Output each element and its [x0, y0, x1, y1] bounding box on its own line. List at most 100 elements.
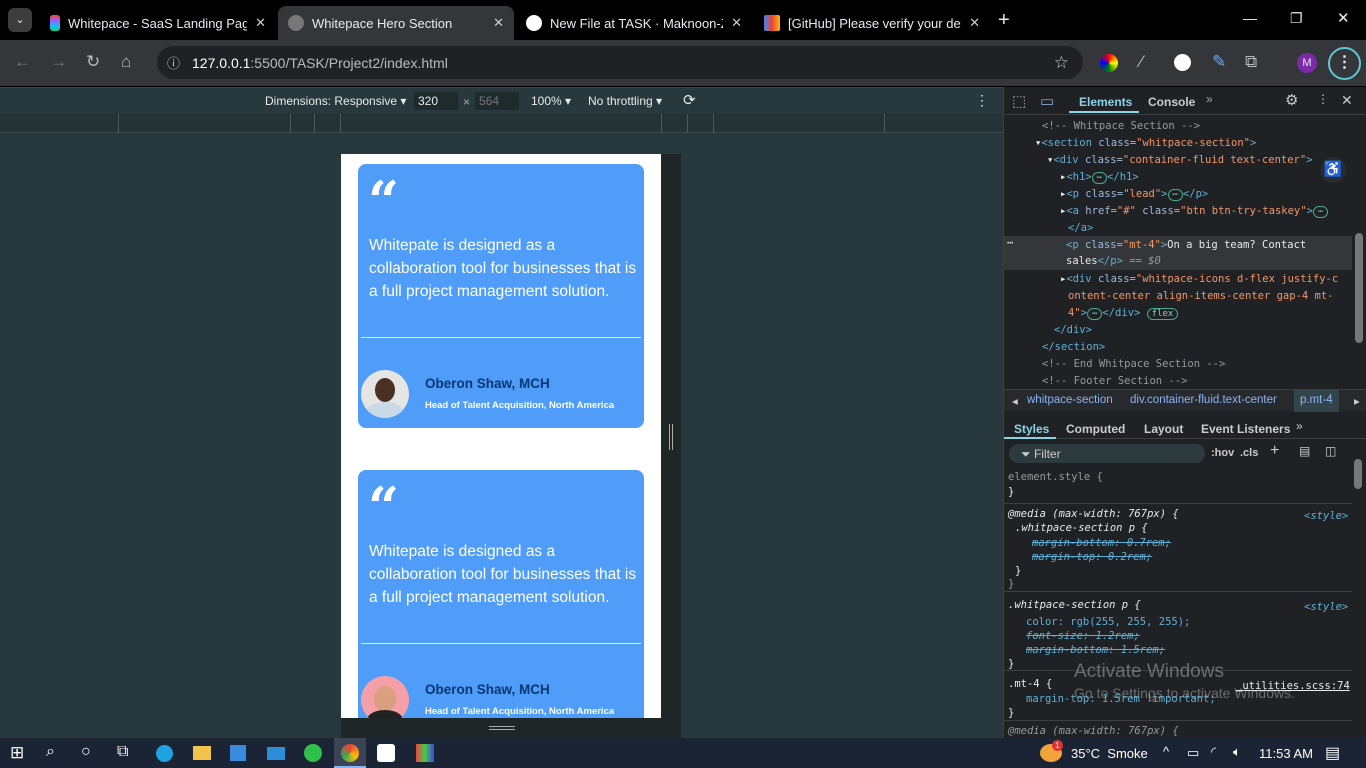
- profile-avatar[interactable]: M: [1297, 53, 1317, 73]
- home-button[interactable]: ⌂: [121, 52, 131, 72]
- resize-handle-bottom[interactable]: [341, 718, 681, 738]
- windows-start-icon[interactable]: ⊞: [10, 743, 24, 763]
- color-picker-icon[interactable]: ✎: [1212, 52, 1226, 72]
- styles-filter-input[interactable]: ⏷ Filter: [1009, 444, 1205, 463]
- tab-2[interactable]: New File at TASK · Maknoon-Zia ✕: [516, 6, 752, 40]
- more-tabs-icon[interactable]: »: [1206, 92, 1213, 106]
- search-icon[interactable]: ⌕: [46, 743, 55, 761]
- edge-icon[interactable]: [156, 745, 173, 762]
- dimensions-select[interactable]: Dimensions: Responsive ▾: [265, 94, 406, 108]
- close-icon[interactable]: ✕: [969, 15, 980, 31]
- clock[interactable]: 11:53 AM: [1259, 746, 1313, 761]
- tab-1[interactable]: Whitepace Hero Section ✕: [278, 6, 514, 40]
- testimonial-card: “ Whitepate is designed as a collaborati…: [358, 164, 644, 428]
- dom-tree[interactable]: <!-- Whitpace Section --> ▾<section clas…: [1004, 115, 1366, 387]
- times-label: ×: [463, 95, 471, 109]
- tab-search-button[interactable]: ⌄: [8, 8, 32, 32]
- paint-icon[interactable]: ▤: [1299, 444, 1310, 458]
- new-tab-button[interactable]: +: [998, 9, 1010, 32]
- chevron-up-icon[interactable]: ^: [1163, 744, 1169, 759]
- author-name: Oberon Shaw, MCH: [425, 376, 550, 391]
- sidebar-toggle-icon[interactable]: ◫: [1325, 444, 1336, 458]
- accessibility-icon[interactable]: ♿: [1320, 157, 1346, 183]
- tab-strip: ⌄ Whitepace - SaaS Landing Page ✕ Whitepa…: [0, 0, 1366, 40]
- more-options-icon[interactable]: ⋮: [1317, 92, 1329, 106]
- height-input[interactable]: 564: [475, 92, 519, 110]
- globe-icon: [288, 15, 304, 31]
- author-name: Oberon Shaw, MCH: [425, 682, 550, 697]
- cls-toggle[interactable]: .cls: [1240, 447, 1258, 459]
- more-options-icon[interactable]: ⋮: [975, 92, 989, 109]
- gmail-icon: [764, 15, 780, 31]
- volume-icon[interactable]: 🔈︎: [1233, 744, 1241, 760]
- tab-0[interactable]: Whitepace - SaaS Landing Page ✕: [40, 6, 276, 40]
- weather-text[interactable]: 35°C Smoke: [1071, 746, 1148, 761]
- cortana-icon[interactable]: ○: [81, 743, 91, 761]
- divider: [361, 337, 641, 338]
- close-window-button[interactable]: ✕: [1337, 9, 1350, 27]
- battery-icon[interactable]: ▭: [1187, 745, 1199, 761]
- store-icon[interactable]: [230, 745, 246, 761]
- chrome-taskbar-button[interactable]: [334, 738, 366, 768]
- extension-icon[interactable]: [1174, 54, 1191, 71]
- eyedropper-icon[interactable]: ⁄: [1140, 52, 1143, 72]
- extensions-puzzle-icon[interactable]: ⧉: [1245, 52, 1257, 72]
- forward-button[interactable]: →: [50, 52, 67, 72]
- resize-handle-right[interactable]: [661, 154, 681, 718]
- zoom-select[interactable]: 100% ▾: [531, 94, 571, 108]
- figma-icon: [50, 15, 60, 31]
- breadcrumb-item[interactable]: div.container-fluid.text-center: [1130, 394, 1277, 406]
- reload-button[interactable]: ↻: [86, 52, 100, 72]
- restore-button[interactable]: ❐: [1290, 10, 1303, 27]
- extension-icon[interactable]: [1100, 54, 1118, 72]
- devtools-panel: ⬚ ▭ Elements Console » ⚙ ⋮ ✕ <!-- Whitpa…: [1003, 87, 1366, 738]
- tab-styles[interactable]: Styles: [1014, 422, 1049, 436]
- whatsapp-icon[interactable]: [304, 744, 322, 762]
- author-role: Head of Talent Acquisition, North Americ…: [425, 400, 615, 411]
- scrollbar[interactable]: [1354, 459, 1362, 489]
- page-viewport[interactable]: “ Whitepate is designed as a collaborati…: [341, 154, 661, 718]
- tab-event-listeners[interactable]: Event Listeners: [1201, 422, 1290, 436]
- divider: [361, 643, 641, 644]
- device-toolbar: Dimensions: Responsive ▾ 320 × 564 100% …: [0, 87, 1003, 114]
- inspect-element-icon[interactable]: ⬚: [1012, 92, 1026, 110]
- settings-gear-icon[interactable]: ⚙: [1285, 91, 1298, 109]
- wifi-icon[interactable]: ◜: [1211, 744, 1216, 760]
- close-icon[interactable]: ✕: [255, 15, 266, 31]
- notification-badge: 1: [1052, 740, 1063, 751]
- file-explorer-icon[interactable]: [193, 746, 211, 760]
- device-toggle-icon[interactable]: ▭: [1040, 92, 1054, 110]
- hov-toggle[interactable]: :hov: [1211, 447, 1234, 459]
- new-rule-icon[interactable]: +: [1270, 442, 1279, 460]
- scrollbar[interactable]: [1355, 233, 1363, 343]
- tab-3[interactable]: [GitHub] Please verify your device✕: [754, 6, 990, 40]
- github-icon: [526, 15, 542, 31]
- minimize-button[interactable]: —: [1243, 10, 1257, 26]
- breadcrumb-item[interactable]: p.mt-4: [1294, 390, 1339, 412]
- breadcrumb-item[interactable]: whitpace-section: [1027, 394, 1113, 406]
- task-view-icon[interactable]: ⧉: [117, 743, 128, 761]
- throttling-select[interactable]: No throttling ▾: [588, 94, 662, 108]
- close-devtools-icon[interactable]: ✕: [1341, 92, 1353, 109]
- close-icon[interactable]: ✕: [493, 15, 504, 31]
- tab-layout[interactable]: Layout: [1144, 422, 1183, 436]
- testimonial-text: Whitepate is designed as a collaboration…: [369, 237, 637, 300]
- bookmark-star-icon[interactable]: ☆: [1054, 53, 1069, 73]
- tab-console[interactable]: Console: [1148, 95, 1195, 109]
- menu-kebab-icon[interactable]: ⋮: [1328, 47, 1361, 80]
- mail-icon[interactable]: [267, 747, 285, 760]
- address-bar[interactable]: ⓘ 127.0.0.1:5500/TASK/Project2/index.htm…: [157, 46, 1083, 79]
- tab-elements[interactable]: Elements: [1079, 95, 1132, 109]
- rotate-icon[interactable]: ⟳: [683, 91, 696, 109]
- close-icon[interactable]: ✕: [731, 15, 742, 31]
- tab-computed[interactable]: Computed: [1066, 422, 1125, 436]
- site-info-icon[interactable]: ⓘ: [167, 53, 180, 72]
- avatar: [361, 370, 409, 418]
- testimonial-text: Whitepate is designed as a collaboration…: [369, 543, 637, 606]
- notifications-icon[interactable]: ▤: [1325, 743, 1340, 763]
- back-button[interactable]: ←: [14, 52, 31, 72]
- breadcrumb: ◂ whitpace-section div.container-fluid.t…: [1004, 389, 1366, 412]
- width-input[interactable]: 320: [414, 92, 458, 110]
- app-icon[interactable]: [416, 744, 434, 762]
- app-icon[interactable]: [377, 744, 395, 762]
